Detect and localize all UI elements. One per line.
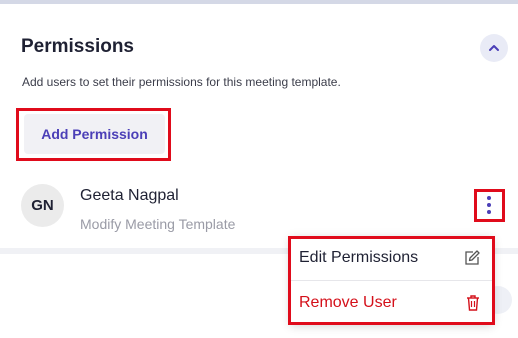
user-actions-menu: Edit Permissions Remove User	[290, 236, 493, 324]
user-name: Geeta Nagpal	[80, 187, 179, 204]
kebab-menu-icon	[487, 196, 491, 200]
avatar: GN	[21, 184, 64, 227]
trash-icon	[467, 294, 479, 311]
remove-user-menu-item[interactable]: Remove User	[290, 280, 493, 324]
edit-permissions-menu-item[interactable]: Edit Permissions	[290, 236, 493, 280]
edit-icon	[465, 250, 480, 265]
section-title: Permissions	[21, 36, 134, 57]
edit-permissions-label: Edit Permissions	[299, 249, 419, 266]
collapse-button[interactable]	[480, 34, 508, 62]
remove-user-label: Remove User	[299, 293, 397, 311]
more-options-button[interactable]	[479, 193, 499, 217]
section-description: Add users to set their permissions for t…	[22, 75, 341, 89]
chevron-up-icon	[489, 45, 499, 51]
add-permission-button[interactable]: Add Permission	[24, 114, 165, 154]
user-role: Modify Meeting Template	[80, 216, 236, 232]
